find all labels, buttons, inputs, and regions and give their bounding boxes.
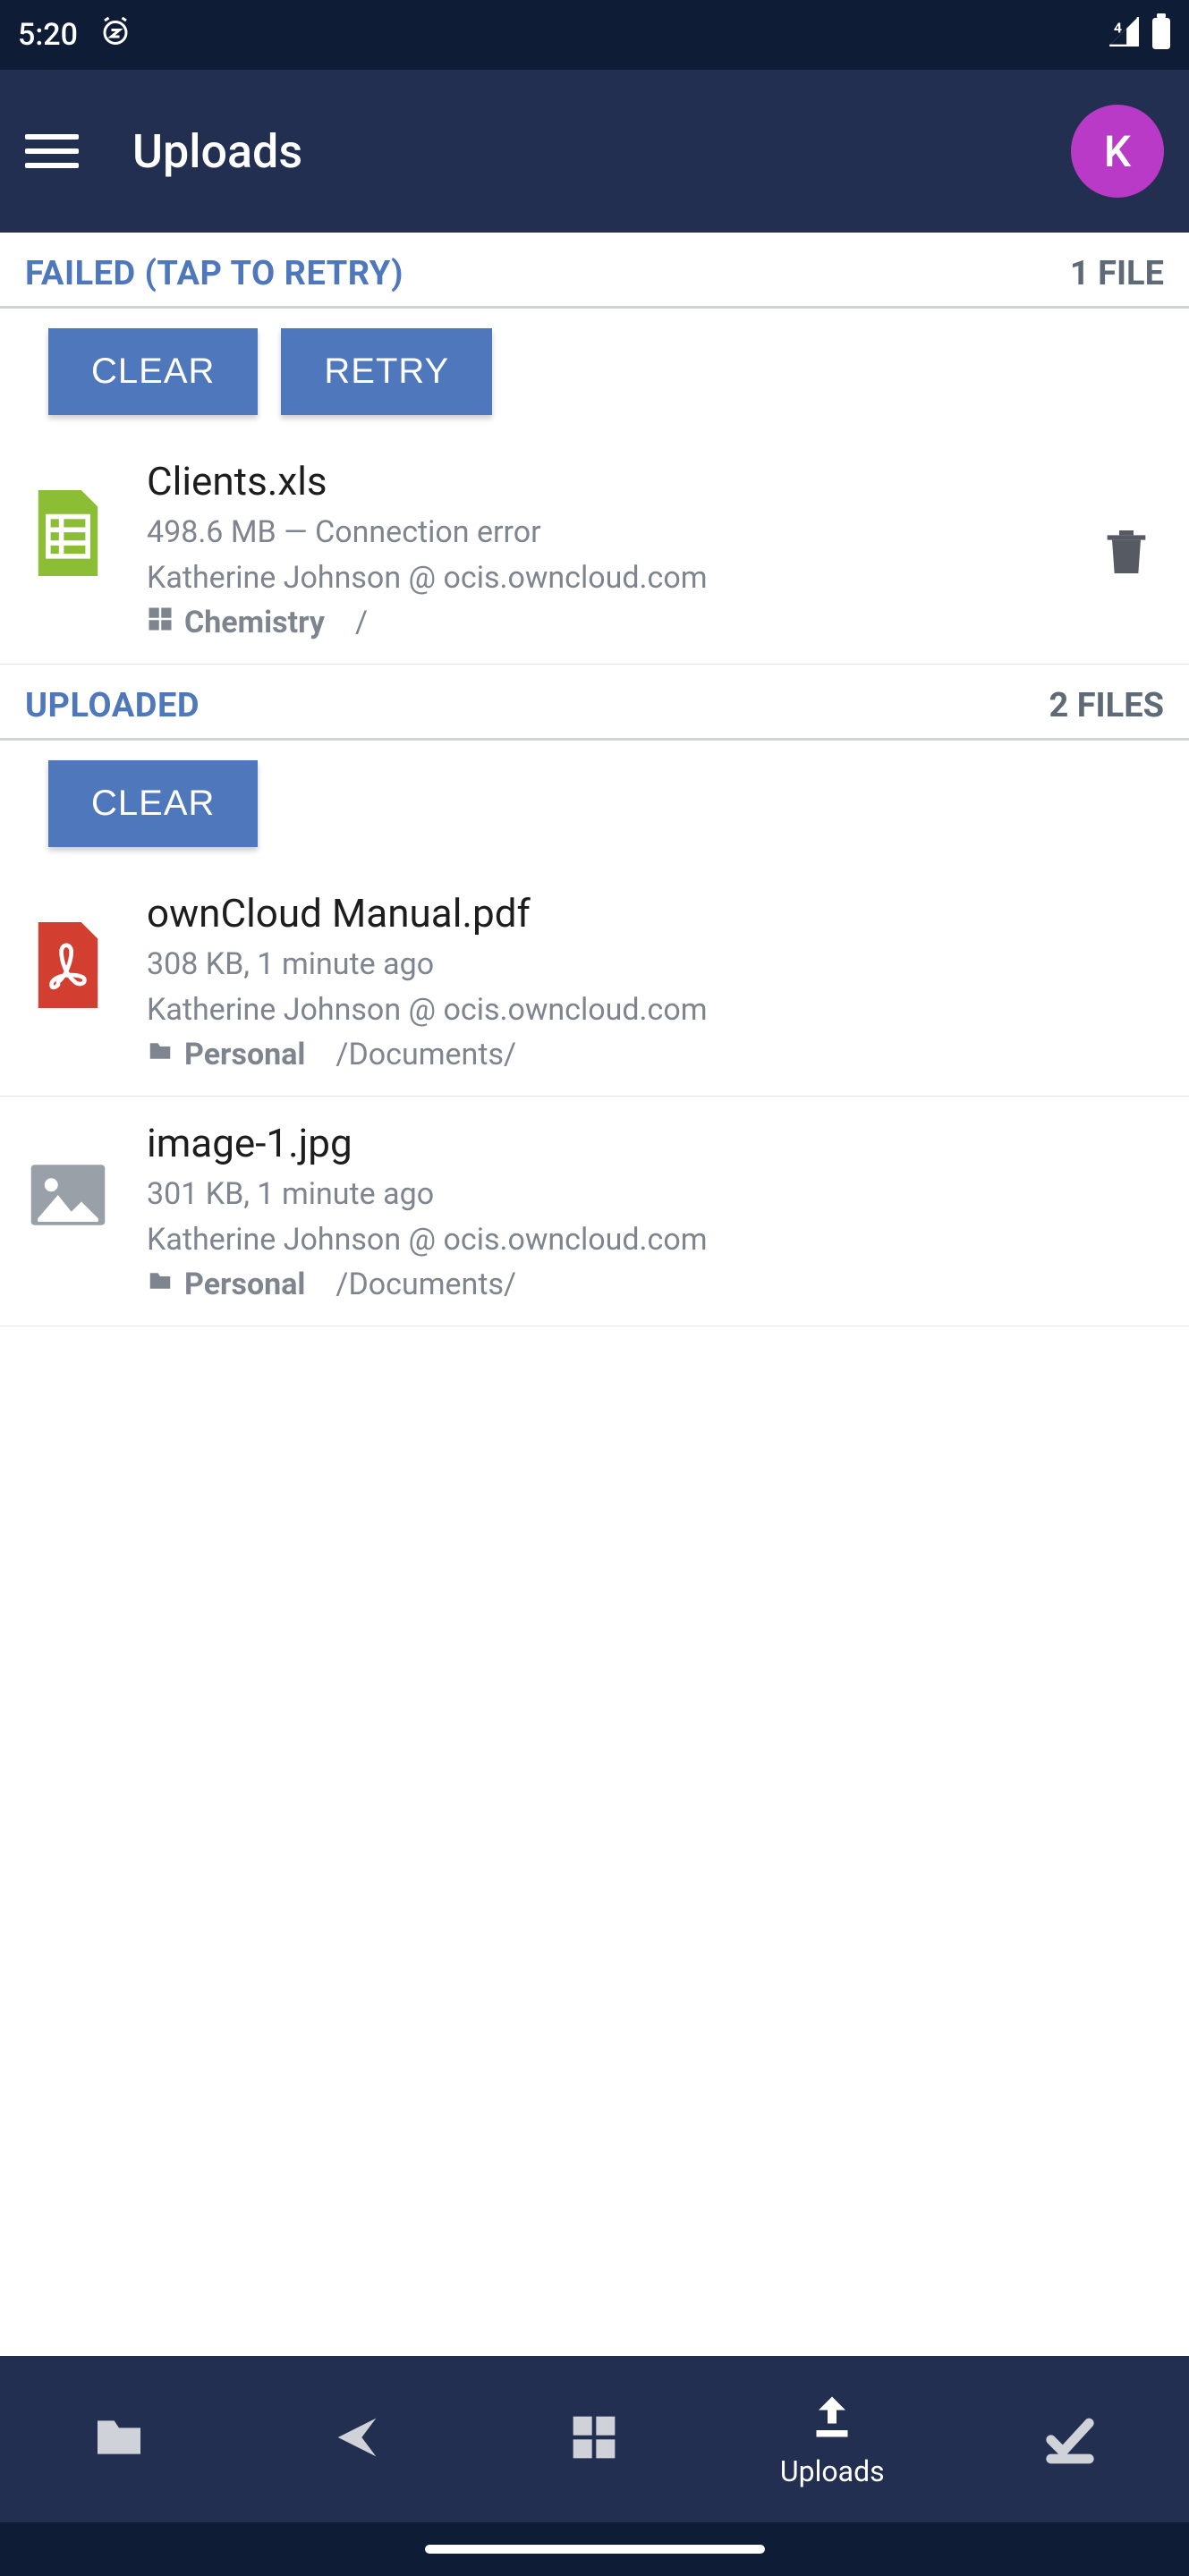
- file-name: image-1.jpg: [147, 1120, 1164, 1166]
- space-grid-icon: [147, 605, 174, 640]
- folder-icon: [147, 1037, 174, 1072]
- check-icon: [1041, 2409, 1099, 2470]
- nav-spaces[interactable]: Spaces: [476, 2356, 714, 2522]
- share-icon: [328, 2409, 386, 2470]
- section-header-failed[interactable]: FAILED (TAP TO RETRY) 1 FILE: [0, 233, 1189, 309]
- folder-icon: [90, 2409, 148, 2470]
- menu-icon[interactable]: [25, 124, 79, 178]
- spreadsheet-file-icon: [25, 490, 111, 576]
- file-account: Katherine Johnson @ ocis.owncloud.com: [147, 555, 1062, 601]
- upload-icon: [805, 2390, 859, 2447]
- nav-uploads[interactable]: Uploads: [713, 2356, 951, 2522]
- file-status: 498.6 MB — Connection error: [147, 510, 1062, 555]
- alarm-snooze-icon: [99, 15, 132, 55]
- nav-shares[interactable]: Shares: [238, 2356, 476, 2522]
- file-space: Personal: [184, 1037, 305, 1072]
- delete-upload-button[interactable]: [1098, 523, 1155, 584]
- uploaded-file-item[interactable]: ownCloud Manual.pdf 308 KB, 1 minute ago…: [0, 867, 1189, 1097]
- svg-text:4: 4: [1114, 19, 1122, 36]
- uploaded-file-item[interactable]: image-1.jpg 301 KB, 1 minute ago Katheri…: [0, 1097, 1189, 1326]
- file-path: /: [355, 605, 368, 640]
- nav-files[interactable]: Files: [0, 2356, 238, 2522]
- section-label: UPLOADED: [25, 686, 200, 725]
- app-bar: Uploads K: [0, 70, 1189, 233]
- battery-icon: [1151, 13, 1171, 57]
- failed-file-item[interactable]: Clients.xls 498.6 MB — Connection error …: [0, 435, 1189, 665]
- file-path: /Documents/: [335, 1267, 516, 1302]
- section-label: FAILED (TAP TO RETRY): [25, 254, 403, 293]
- gesture-bar: [0, 2522, 1189, 2576]
- home-indicator[interactable]: [425, 2545, 765, 2554]
- pdf-file-icon: [25, 922, 111, 1008]
- section-count: 2 FILES: [1049, 686, 1164, 725]
- uploaded-actions: CLEAR: [0, 741, 1189, 867]
- section-header-uploaded: UPLOADED 2 FILES: [0, 665, 1189, 741]
- section-count: 1 FILE: [1070, 254, 1164, 293]
- file-account: Katherine Johnson @ ocis.owncloud.com: [147, 1217, 1164, 1263]
- avatar-initial: K: [1104, 126, 1131, 177]
- grid-icon: [569, 2412, 619, 2466]
- failed-actions: CLEAR RETRY: [0, 309, 1189, 435]
- folder-icon: [147, 1267, 174, 1302]
- avatar[interactable]: K: [1071, 105, 1164, 198]
- file-status: 301 KB, 1 minute ago: [147, 1172, 1164, 1217]
- nav-label: Uploads: [780, 2454, 885, 2488]
- file-status: 308 KB, 1 minute ago: [147, 942, 1164, 987]
- file-space: Chemistry: [184, 605, 325, 640]
- clear-uploaded-button[interactable]: CLEAR: [48, 760, 258, 847]
- page-title: Uploads: [132, 124, 302, 179]
- file-space: Personal: [184, 1267, 305, 1302]
- file-account: Katherine Johnson @ ocis.owncloud.com: [147, 987, 1164, 1033]
- image-file-icon: [25, 1152, 111, 1238]
- file-name: ownCloud Manual.pdf: [147, 890, 1164, 936]
- bottom-nav: Files Shares Spaces Uploads: [0, 2356, 1189, 2522]
- status-bar: 5:20 4: [0, 0, 1189, 70]
- file-path: /Documents/: [335, 1037, 516, 1072]
- clear-failed-button[interactable]: CLEAR: [48, 328, 258, 415]
- retry-failed-button[interactable]: RETRY: [281, 328, 492, 415]
- signal-icon: 4: [1107, 14, 1141, 56]
- nav-offline[interactable]: Offline: [951, 2356, 1189, 2522]
- file-name: Clients.xls: [147, 458, 1062, 504]
- status-time: 5:20: [18, 17, 78, 53]
